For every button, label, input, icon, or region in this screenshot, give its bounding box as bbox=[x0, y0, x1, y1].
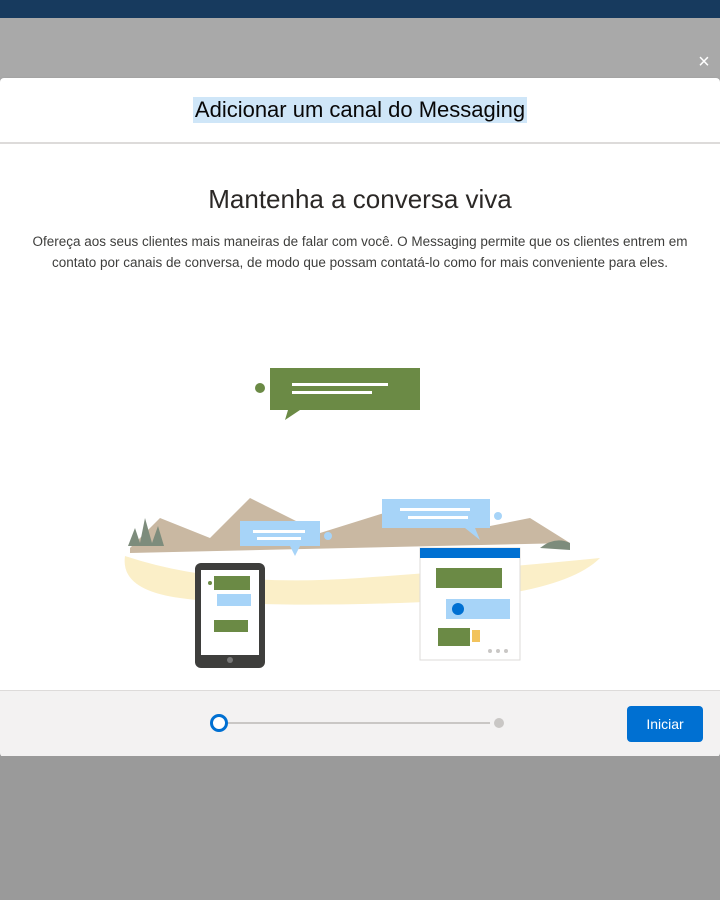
content-heading: Mantenha a conversa viva bbox=[208, 184, 512, 214]
close-icon[interactable]: × bbox=[692, 50, 716, 74]
chat-window-icon bbox=[419, 547, 521, 661]
tablet-icon bbox=[195, 563, 265, 668]
messaging-illustration bbox=[124, 368, 600, 668]
progress-track bbox=[226, 722, 490, 724]
start-button[interactable]: Iniciar bbox=[627, 706, 703, 742]
page-backdrop-bottom bbox=[0, 756, 720, 900]
progress-indicator bbox=[210, 713, 510, 733]
modal-title: Adicionar um canal do Messaging bbox=[192, 97, 528, 123]
progress-step-next[interactable] bbox=[494, 718, 504, 728]
add-messaging-channel-modal: Adicionar um canal do Messaging Mantenha… bbox=[0, 78, 720, 757]
modal-footer: Iniciar bbox=[0, 690, 720, 757]
thumbs-up-icon bbox=[472, 630, 480, 642]
app-header-bar bbox=[0, 0, 720, 18]
content-description: Ofereça aos seus clientes mais maneiras … bbox=[32, 234, 688, 270]
progress-step-current[interactable] bbox=[210, 714, 228, 732]
modal-header: Adicionar um canal do Messaging bbox=[0, 78, 720, 144]
